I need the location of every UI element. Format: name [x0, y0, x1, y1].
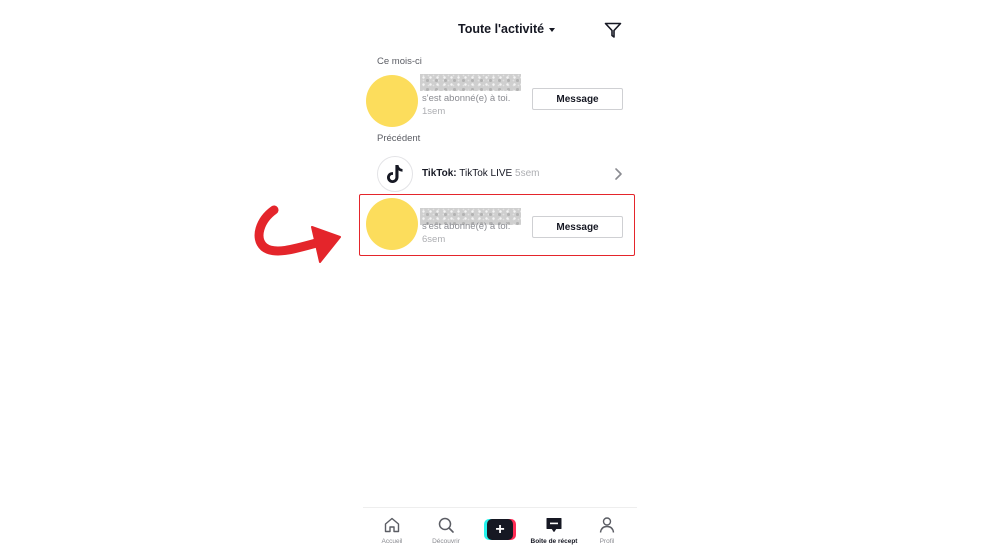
section-label-previous: Précédent	[377, 133, 421, 144]
nav-label-profile: Profil	[599, 538, 615, 545]
tiktok-note-icon	[387, 165, 403, 183]
nav-label-discover: Découvrir	[432, 538, 460, 545]
notification-row[interactable]: s'est abonné(e) à toi. 6sem Message	[363, 198, 637, 254]
tiktok-sender: TikTok:	[422, 168, 457, 179]
profile-icon	[599, 517, 615, 533]
inbox-icon	[546, 518, 562, 532]
message-button[interactable]: Message	[532, 88, 623, 110]
activity-time: 1sem	[422, 106, 446, 117]
activity-message: s'est abonné(e) à toi.	[422, 93, 511, 104]
tiktok-message: TikTok LIVE	[459, 168, 513, 179]
chevron-right-icon[interactable]	[613, 167, 623, 181]
red-arrow-icon	[254, 205, 341, 263]
activity-filter-dropdown[interactable]: Toute l'activité	[458, 22, 556, 36]
nav-label-home: Accueil	[381, 538, 403, 545]
nav-home[interactable]: Accueil	[368, 516, 416, 545]
home-icon	[384, 517, 400, 533]
activity-text: s'est abonné(e) à toi. 1sem	[422, 92, 527, 118]
filter-icon[interactable]	[603, 20, 623, 40]
avatar[interactable]	[366, 75, 418, 127]
nav-profile[interactable]: Profil	[583, 516, 631, 545]
plus-icon: +	[487, 519, 513, 540]
message-button[interactable]: Message	[532, 216, 623, 238]
nav-label-inbox: Boîte de récept	[530, 538, 578, 545]
section-label-this-month: Ce mois-ci	[377, 56, 422, 67]
activity-screen: Toute l'activité Ce mois-ci s'est abonné…	[363, 0, 637, 560]
caret-down-icon	[549, 27, 556, 32]
blurred-username[interactable]	[420, 74, 521, 91]
tiktok-logo-icon	[377, 156, 413, 192]
header: Toute l'activité	[363, 14, 637, 46]
bottom-navigation: Accueil Découvrir + Boîte de récept Prof…	[363, 507, 637, 560]
activity-text: s'est abonné(e) à toi. 6sem	[422, 220, 527, 246]
notification-row[interactable]: s'est abonné(e) à toi. 1sem Message	[363, 74, 637, 130]
activity-time: 6sem	[422, 234, 446, 245]
tiktok-live-text: TikTok: TikTok LIVE 5sem	[422, 168, 539, 179]
avatar[interactable]	[366, 198, 418, 250]
create-button[interactable]: +	[484, 519, 516, 540]
nav-inbox[interactable]: Boîte de récept	[530, 516, 578, 545]
activity-message: s'est abonné(e) à toi.	[422, 221, 511, 232]
tiktok-time: 5sem	[515, 168, 540, 179]
nav-discover[interactable]: Découvrir	[422, 516, 470, 545]
search-icon	[438, 517, 454, 533]
page-title: Toute l'activité	[458, 22, 545, 36]
tiktok-live-row[interactable]: TikTok: TikTok LIVE 5sem	[363, 155, 637, 193]
